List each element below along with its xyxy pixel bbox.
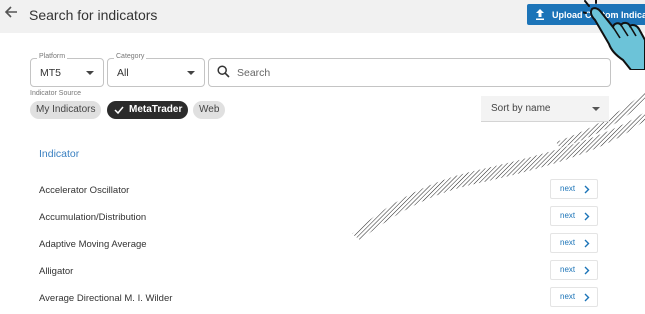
indicator-name: Alligator: [39, 266, 74, 277]
category-value: All: [117, 67, 129, 79]
next-button[interactable]: next: [550, 206, 598, 226]
platform-select[interactable]: Platform MT5: [30, 53, 104, 87]
chip-metatrader[interactable]: MetaTrader: [107, 101, 189, 119]
chip-web[interactable]: Web: [193, 101, 226, 119]
platform-value: MT5: [40, 67, 61, 79]
table-row: Accumulation/Distribution next: [0, 204, 645, 230]
chip-my-indicators[interactable]: My Indicators: [30, 101, 102, 119]
top-bar: Search for indicators Upload Custom Indi…: [0, 0, 645, 33]
table-row: Adaptive Moving Average next: [0, 231, 645, 257]
sort-select[interactable]: Sort by name: [481, 96, 609, 122]
category-select[interactable]: Category All: [107, 53, 205, 87]
chevron-down-icon: [86, 71, 94, 75]
chevron-right-icon: [584, 239, 590, 248]
chip-metatrader-label: MetaTrader: [129, 104, 183, 115]
indicator-column-header: Indicator: [39, 148, 80, 160]
next-button[interactable]: next: [550, 260, 598, 280]
next-label: next: [560, 184, 576, 193]
chevron-right-icon: [584, 185, 590, 194]
table-row: Alligator next: [0, 258, 645, 284]
table-row: Average Directional M. I. Wilder next: [0, 285, 645, 311]
search-placeholder: Search: [237, 67, 271, 79]
search-input[interactable]: Search: [208, 58, 611, 87]
upload-icon: [536, 9, 544, 20]
sort-label: Sort by name: [491, 103, 551, 114]
platform-label: Platform: [37, 53, 68, 60]
next-label: next: [560, 292, 576, 301]
chevron-down-icon: [187, 71, 195, 75]
arrow-left-icon[interactable]: [4, 5, 20, 23]
next-button[interactable]: next: [550, 179, 598, 199]
check-icon: [114, 106, 124, 115]
page-title: Search for indicators: [29, 7, 158, 23]
next-label: next: [560, 265, 576, 274]
next-label: next: [560, 211, 576, 220]
category-label: Category: [114, 53, 147, 60]
indicator-name: Average Directional M. I. Wilder: [39, 293, 173, 304]
pointer-hand-icon: [583, 0, 645, 70]
chevron-right-icon: [584, 293, 590, 302]
next-button[interactable]: next: [550, 287, 598, 307]
next-button[interactable]: next: [550, 233, 598, 253]
chevron-down-icon: [592, 107, 600, 111]
chevron-right-icon: [584, 212, 590, 221]
indicator-source-label: Indicator Source: [30, 90, 81, 97]
chevron-right-icon: [584, 266, 590, 275]
indicator-name: Adaptive Moving Average: [39, 239, 147, 250]
table-row: Accelerator Oscillator next: [0, 177, 645, 203]
next-label: next: [560, 238, 576, 247]
indicator-name: Accumulation/Distribution: [39, 212, 147, 223]
indicator-name: Accelerator Oscillator: [39, 185, 130, 196]
search-icon: [217, 65, 230, 78]
